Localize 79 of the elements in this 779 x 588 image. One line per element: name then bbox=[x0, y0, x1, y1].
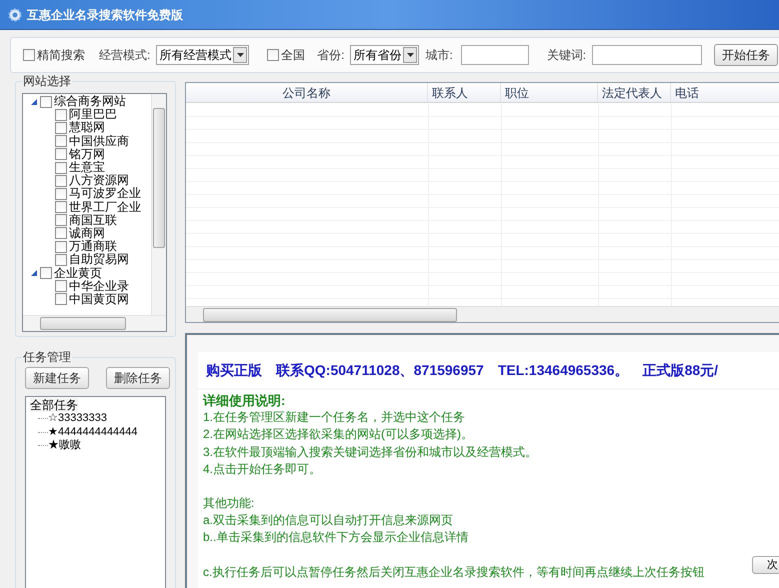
column-header[interactable]: 联系人 bbox=[428, 83, 501, 102]
tree-item[interactable]: 商国互联 bbox=[69, 214, 117, 227]
instruction-line: c.执行任务后可以点暂停任务然后关闭互惠企业名录搜索软件，等有时间再点继续上次任务按钮 bbox=[203, 564, 704, 581]
checkbox[interactable] bbox=[55, 174, 67, 187]
keyword-field[interactable] bbox=[592, 45, 702, 65]
scrollbar-thumb[interactable] bbox=[40, 317, 126, 330]
window-title: 互惠企业名录搜索软件免费版 bbox=[27, 6, 183, 24]
column-header[interactable]: 职位 bbox=[501, 83, 598, 102]
tree-item[interactable]: 马可波罗企业 bbox=[69, 187, 141, 200]
checkbox[interactable] bbox=[55, 188, 67, 200]
tree-item[interactable]: 生意宝 bbox=[69, 161, 105, 174]
tree-item[interactable]: 世界工厂企业 bbox=[69, 200, 141, 214]
tree-item[interactable]: 综合商务网站 bbox=[54, 95, 126, 108]
tree-item[interactable]: 阿里巴巴 bbox=[69, 108, 117, 122]
column-header[interactable]: 电话 bbox=[671, 83, 779, 102]
contact-text: 购买正版 联系QQ:504711028、871596957 TEL:13464965336。 正式版88元/ bbox=[206, 360, 718, 380]
instruction-line: 1.在任务管理区新建一个任务名，并选中这个任务 bbox=[203, 409, 466, 426]
checkbox[interactable] bbox=[55, 201, 67, 214]
tree-item[interactable]: ★4444444444444 bbox=[48, 426, 138, 439]
checkbox[interactable] bbox=[55, 293, 67, 306]
checkbox[interactable] bbox=[55, 254, 67, 266]
horizontal-scrollbar[interactable] bbox=[23, 315, 166, 331]
checkbox-label: 全国 bbox=[281, 47, 306, 64]
continue-button[interactable]: 次 bbox=[752, 556, 779, 574]
group-title: 网站选择 bbox=[22, 74, 72, 88]
field-label: 关键词: bbox=[546, 47, 586, 64]
expanded-triangle-icon[interactable] bbox=[29, 268, 38, 278]
checkbox[interactable] bbox=[55, 214, 67, 226]
city-field[interactable] bbox=[460, 45, 529, 65]
checkbox-label: 精简搜索 bbox=[37, 47, 85, 64]
checkbox[interactable] bbox=[55, 108, 67, 121]
field-label: 城市: bbox=[425, 47, 453, 64]
field-label: 经营模式: bbox=[99, 47, 150, 64]
tree-item[interactable]: 自助贸易网 bbox=[69, 253, 129, 266]
scrollbar-thumb[interactable] bbox=[153, 108, 165, 248]
instruction-line: 4.点击开始任务即可。 bbox=[203, 460, 322, 478]
expanded-triangle-icon[interactable] bbox=[29, 97, 38, 106]
tree-item[interactable]: 万通商联 bbox=[69, 240, 117, 254]
delete-task-button[interactable]: 删除任务 bbox=[106, 367, 170, 389]
checkbox[interactable] bbox=[55, 122, 67, 134]
tree-item[interactable]: 中华企业录 bbox=[69, 280, 129, 293]
checkbox[interactable] bbox=[55, 135, 67, 148]
checkbox[interactable] bbox=[23, 49, 35, 61]
checkbox[interactable] bbox=[55, 227, 67, 240]
instruction-line: 2.在网站选择区选择欲采集的网站(可以多项选择)。 bbox=[203, 426, 473, 444]
tree-item[interactable]: 铭万网 bbox=[69, 148, 105, 161]
start-button[interactable]: 开始任务 bbox=[714, 44, 778, 66]
tree-item[interactable]: 八方资源网 bbox=[69, 174, 129, 188]
checkbox[interactable] bbox=[55, 280, 67, 292]
tree-item[interactable]: ★嗷嗷 bbox=[48, 439, 81, 452]
tree-item[interactable]: 中国黄页网 bbox=[69, 292, 129, 306]
tree-item[interactable]: 诚商网 bbox=[69, 226, 105, 240]
checkbox[interactable] bbox=[40, 96, 52, 108]
new-task-button[interactable]: 新建任务 bbox=[25, 367, 89, 389]
instruction-line: 3.在软件最顶端输入搜索关键词选择省份和城市以及经营模式。 bbox=[203, 444, 538, 461]
horizontal-scrollbar[interactable] bbox=[186, 306, 779, 322]
checkbox[interactable] bbox=[55, 148, 67, 160]
group-title: 任务管理 bbox=[22, 350, 72, 364]
mode-dropdown[interactable]: 所有经营模式 bbox=[156, 45, 250, 65]
checkbox[interactable] bbox=[40, 267, 52, 280]
instructions-heading: 详细使用说明: bbox=[203, 392, 286, 410]
section-heading: 其他功能: bbox=[203, 495, 254, 512]
tree-item[interactable]: ☆33333333 bbox=[48, 412, 107, 426]
column-header[interactable]: 法定代表人 bbox=[598, 83, 671, 102]
instruction-line: b..单击采集到的信息软件下方会显示企业信息详情 bbox=[203, 529, 468, 546]
tree-item[interactable]: 慧聪网 bbox=[69, 121, 105, 134]
gear-icon bbox=[8, 8, 22, 22]
checkbox[interactable] bbox=[55, 162, 67, 174]
vertical-scrollbar[interactable] bbox=[151, 94, 166, 316]
tree-item[interactable]: 企业黄页 bbox=[54, 266, 102, 280]
checkbox[interactable] bbox=[267, 49, 280, 61]
tree-item[interactable]: 全部任务 bbox=[30, 398, 78, 412]
column-header[interactable]: 公司名称 bbox=[186, 83, 428, 102]
province-dropdown[interactable]: 所有省份 bbox=[350, 45, 420, 65]
tree-item[interactable]: 中国供应商 bbox=[69, 134, 129, 148]
instruction-line: a.双击采集到的信息可以自动打开信息来源网页 bbox=[203, 512, 454, 530]
checkbox[interactable] bbox=[55, 240, 67, 253]
scrollbar-thumb[interactable] bbox=[203, 308, 457, 322]
field-label: 省份: bbox=[317, 47, 344, 64]
